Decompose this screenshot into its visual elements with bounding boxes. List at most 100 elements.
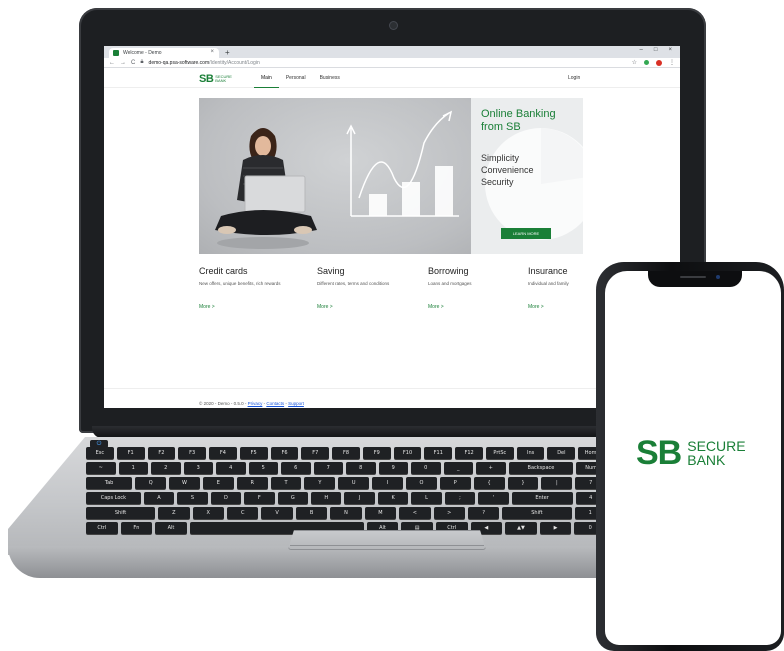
key[interactable]: F8 <box>332 447 360 459</box>
key[interactable]: | <box>541 477 573 489</box>
new-tab-button[interactable]: + <box>225 48 230 58</box>
feature-more-link[interactable]: More > <box>528 304 544 310</box>
key[interactable]: Z <box>158 507 190 519</box>
key[interactable]: Enter <box>511 492 573 504</box>
key[interactable]: ~ <box>86 462 116 474</box>
key[interactable]: C <box>226 507 259 519</box>
key[interactable]: Esc <box>86 447 114 459</box>
key[interactable]: O <box>406 477 437 489</box>
back-icon[interactable]: ← <box>109 60 115 66</box>
star-icon[interactable]: ☆ <box>632 59 637 66</box>
key[interactable]: Del <box>547 447 576 459</box>
key[interactable]: X <box>192 507 224 519</box>
learn-more-button[interactable]: LEARN MORE <box>501 228 551 239</box>
key[interactable]: F <box>244 492 275 504</box>
key[interactable]: 1 <box>118 462 148 474</box>
extension-icon[interactable] <box>644 60 649 65</box>
key[interactable]: _ <box>443 462 473 474</box>
key[interactable]: 7 <box>313 462 343 474</box>
key[interactable]: S <box>177 492 208 504</box>
key[interactable]: F9 <box>362 447 391 459</box>
touchpad[interactable] <box>288 530 486 550</box>
close-window-button[interactable]: × <box>668 47 672 53</box>
key[interactable]: 6 <box>281 462 311 474</box>
key[interactable]: D <box>210 492 242 504</box>
reload-icon[interactable]: C <box>131 60 135 66</box>
key[interactable]: Backspace <box>508 462 574 474</box>
key[interactable]: V <box>261 507 293 519</box>
key[interactable]: M <box>364 507 397 519</box>
feature-more-link[interactable]: More > <box>199 304 215 310</box>
key[interactable]: Ins <box>516 447 545 459</box>
key[interactable]: F11 <box>424 447 453 459</box>
profile-avatar[interactable] <box>656 59 662 66</box>
key[interactable]: 9 <box>378 462 408 474</box>
key[interactable]: Q <box>135 477 167 489</box>
browser-tab[interactable]: Welcome - Demo × <box>109 48 219 58</box>
key[interactable]: 4 <box>216 462 246 474</box>
key[interactable]: B <box>295 507 328 519</box>
key[interactable]: ▲▼ <box>505 522 537 534</box>
login-link[interactable]: Login <box>568 75 580 81</box>
menu-icon[interactable]: ⋮ <box>669 59 675 66</box>
key[interactable]: F3 <box>178 447 207 459</box>
url-field[interactable]: demo-qa.psa-software.com/Identity/Accoun… <box>149 60 627 66</box>
key[interactable]: W <box>169 477 200 489</box>
nav-item-business[interactable]: Business <box>313 68 347 88</box>
key[interactable]: 2 <box>151 462 181 474</box>
key[interactable]: Caps Lock <box>86 492 141 504</box>
key[interactable]: F4 <box>209 447 237 459</box>
tab-close-icon[interactable]: × <box>210 49 214 55</box>
key[interactable]: F5 <box>239 447 268 459</box>
key[interactable]: Shift <box>86 507 156 519</box>
feature-more-link[interactable]: More > <box>317 304 333 310</box>
key[interactable]: A <box>143 492 175 504</box>
key[interactable]: PrtSc <box>485 447 514 459</box>
key[interactable]: 5 <box>248 462 278 474</box>
maximize-button[interactable]: □ <box>654 47 658 53</box>
support-link[interactable]: Support <box>288 401 304 406</box>
key[interactable]: } <box>507 477 539 489</box>
key[interactable]: R <box>236 477 268 489</box>
key[interactable]: ; <box>444 492 476 504</box>
key[interactable]: + <box>476 462 506 474</box>
lock-icon[interactable]: 🔒︎ <box>140 59 143 66</box>
key[interactable]: 3 <box>183 462 213 474</box>
key[interactable]: J <box>344 492 375 504</box>
key[interactable]: E <box>202 477 234 489</box>
key[interactable]: T <box>270 477 302 489</box>
key[interactable]: ' <box>478 492 509 504</box>
key[interactable]: 0 <box>411 462 441 474</box>
nav-item-main[interactable]: Main <box>254 68 279 88</box>
key[interactable]: { <box>473 477 505 489</box>
key[interactable]: < <box>399 507 431 519</box>
key[interactable]: Y <box>304 477 336 489</box>
key[interactable]: F2 <box>147 447 176 459</box>
key[interactable]: 8 <box>346 462 376 474</box>
key[interactable]: U <box>338 477 370 489</box>
site-logo[interactable]: SB SECURE BANK <box>199 73 232 85</box>
key[interactable]: Alt <box>155 522 187 534</box>
key[interactable]: ? <box>467 507 500 519</box>
key[interactable]: G <box>277 492 308 504</box>
key[interactable]: P <box>439 477 471 489</box>
forward-icon[interactable]: → <box>120 60 126 66</box>
key[interactable]: F12 <box>455 447 483 459</box>
key[interactable]: > <box>433 507 465 519</box>
key[interactable]: F1 <box>116 447 145 459</box>
key[interactable]: Ctrl <box>86 522 118 534</box>
key[interactable]: ▶ <box>539 522 572 534</box>
feature-more-link[interactable]: More > <box>428 304 444 310</box>
key[interactable]: Tab <box>86 477 133 489</box>
minimize-button[interactable]: – <box>640 47 643 53</box>
key[interactable]: F10 <box>393 447 422 459</box>
key[interactable]: F6 <box>270 447 299 459</box>
key[interactable]: Fn <box>120 522 153 534</box>
key[interactable]: K <box>377 492 409 504</box>
key[interactable]: I <box>372 477 404 489</box>
key[interactable]: N <box>330 507 362 519</box>
contacts-link[interactable]: Contacts <box>266 401 284 406</box>
nav-item-personal[interactable]: Personal <box>279 68 313 88</box>
key[interactable]: L <box>411 492 442 504</box>
privacy-link[interactable]: Privacy <box>248 401 263 406</box>
